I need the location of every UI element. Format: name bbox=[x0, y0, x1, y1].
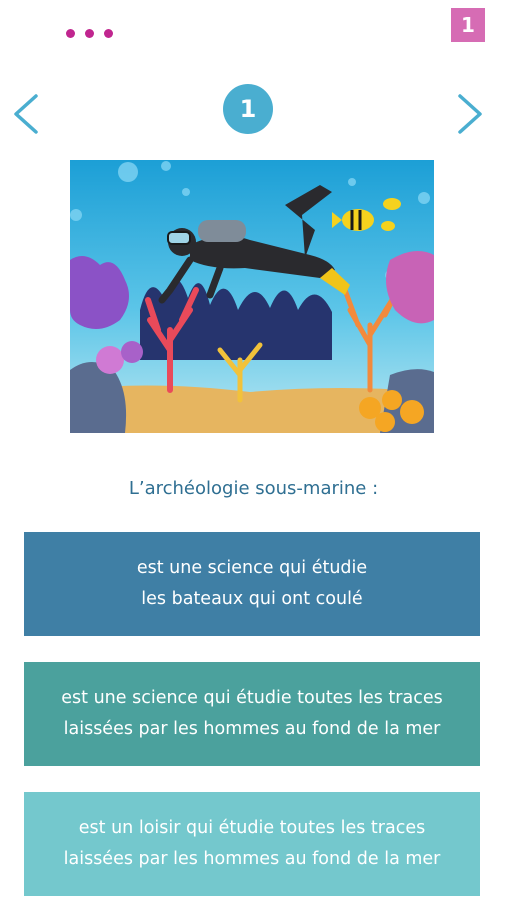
answer-text-line: laissées par les hommes au fond de la me… bbox=[63, 719, 441, 739]
answer-text-line: les bateaux qui ont coulé bbox=[141, 589, 363, 609]
page-number-badge: 1 bbox=[451, 8, 485, 42]
question-prompt: L’archéologie sous-marine : bbox=[128, 478, 379, 499]
menu-dot bbox=[104, 28, 113, 38]
chevron-right-icon bbox=[458, 94, 482, 134]
answer-text-line: est une science qui étudie toutes les tr… bbox=[61, 688, 443, 708]
diver-illustration bbox=[70, 160, 434, 433]
more-dots-icon[interactable] bbox=[66, 24, 126, 42]
chevron-left-icon bbox=[14, 94, 38, 134]
answer-text-line: est une science qui étudie bbox=[136, 558, 368, 578]
answer-option-3[interactable]: est un loisir qui étudie toutes les trac… bbox=[24, 792, 480, 896]
question-number: 1 bbox=[223, 84, 273, 134]
answer-text-line: est un loisir qui étudie toutes les trac… bbox=[78, 818, 426, 838]
answer-option-1[interactable]: est une science qui étudie les bateaux q… bbox=[24, 532, 480, 636]
previous-button[interactable] bbox=[8, 92, 44, 136]
answer-option-2[interactable]: est une science qui étudie toutes les tr… bbox=[24, 662, 480, 766]
answer-text-line: laissées par les hommes au fond de la me… bbox=[63, 849, 441, 869]
menu-dot bbox=[66, 28, 75, 38]
menu-dot bbox=[85, 28, 94, 38]
next-button[interactable] bbox=[452, 92, 488, 136]
